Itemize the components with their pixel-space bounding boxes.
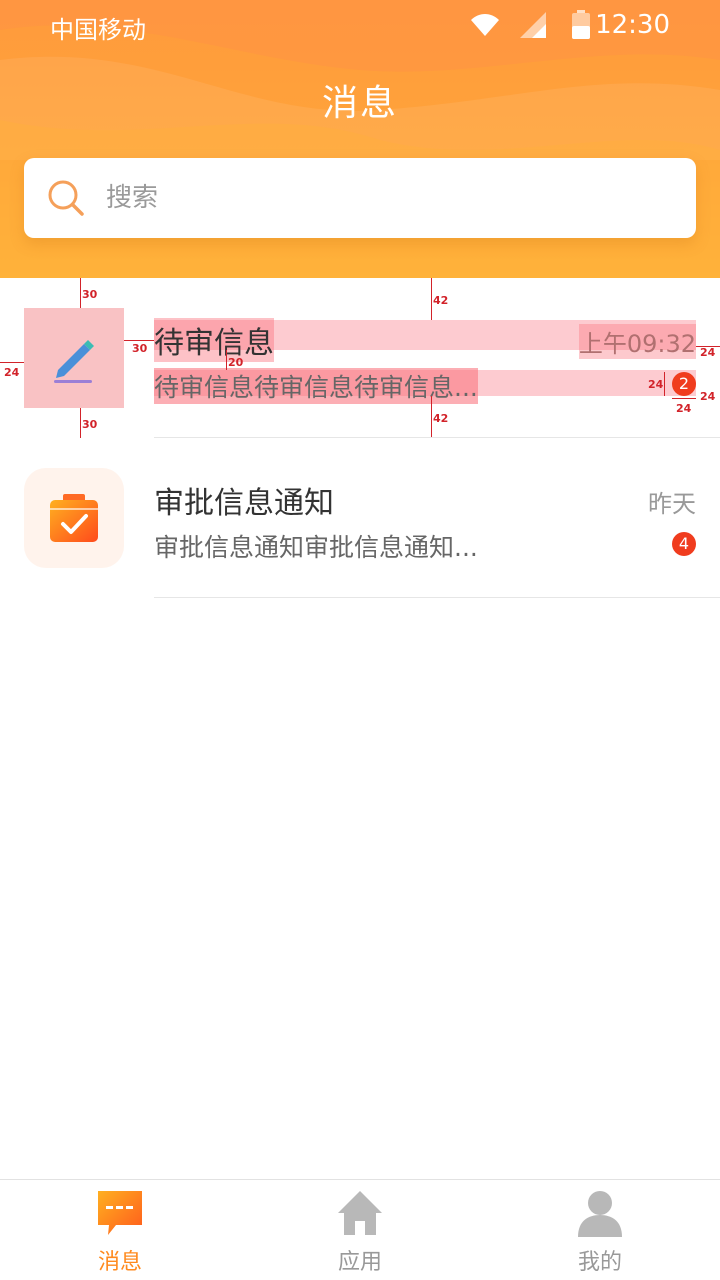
message-avatar: [24, 308, 124, 408]
dimension-line: [431, 278, 432, 320]
clock: 12:30: [595, 10, 670, 40]
tab-me[interactable]: 我的: [480, 1180, 720, 1280]
dimension-label: 24: [4, 366, 20, 379]
pencil-icon: [54, 340, 94, 383]
dimension-label: 30: [82, 418, 98, 431]
unread-badge: 2: [672, 372, 696, 396]
message-title: 审批信息通知: [154, 486, 334, 521]
dimension-label: 30: [132, 342, 148, 355]
tab-apps[interactable]: 应用: [240, 1180, 480, 1280]
user-icon: [578, 1191, 622, 1237]
home-icon: [338, 1191, 382, 1235]
dimension-line: [226, 350, 227, 370]
message-time: 昨天: [648, 490, 696, 518]
dimension-label: 24: [676, 402, 692, 415]
dimension-label: 20: [228, 356, 244, 369]
tab-bar: 消息 应用 我的: [0, 1179, 720, 1280]
dimension-line: [664, 372, 665, 396]
dimension-label: 30: [82, 288, 98, 301]
message-time: 上午09:32: [578, 324, 696, 359]
carrier-label: 中国移动: [50, 16, 146, 44]
status-bar: 中国移动 12:30: [0, 0, 720, 52]
search-icon: [48, 180, 84, 216]
search-bar[interactable]: [24, 158, 696, 238]
page-title: 消息: [321, 83, 398, 124]
header: 中国移动 12:30 消息: [0, 0, 720, 278]
dimension-label: 24: [648, 378, 664, 391]
tab-label: 我的: [577, 1250, 622, 1275]
dimension-label: 24: [700, 390, 716, 403]
tab-messages[interactable]: 消息: [0, 1180, 240, 1280]
message-avatar: [24, 468, 124, 568]
unread-badge: 4: [672, 532, 696, 556]
wifi-icon: [471, 14, 499, 36]
tab-label: 应用: [337, 1250, 382, 1275]
dimension-line: [672, 398, 696, 399]
signal-icon: [520, 12, 546, 38]
dimension-line: [124, 340, 154, 341]
message-preview: 待审信息待审信息待审信息...: [154, 368, 478, 404]
calendar-check-icon: [50, 494, 98, 542]
message-title: 待审信息: [154, 318, 274, 362]
message-item[interactable]: 审批信息通知 昨天 审批信息通知审批信息通知... 4: [0, 438, 720, 598]
dimension-line: [80, 278, 81, 308]
dimension-line: [80, 408, 81, 438]
dimension-line: [0, 362, 24, 363]
dimension-label: 42: [433, 412, 449, 425]
dimension-line: [431, 396, 432, 438]
divider: [154, 597, 720, 598]
dimension-label: 42: [433, 294, 449, 307]
tab-label: 消息: [97, 1250, 142, 1275]
message-item[interactable]: 待审信息 上午09:32 待审信息待审信息待审信息... 2 30 42 30 …: [0, 278, 720, 438]
battery-icon: [572, 10, 590, 39]
search-input[interactable]: [106, 178, 666, 218]
dimension-label: 24: [700, 346, 716, 359]
chat-icon: [98, 1191, 142, 1235]
message-preview: 审批信息通知审批信息通知...: [154, 533, 478, 562]
